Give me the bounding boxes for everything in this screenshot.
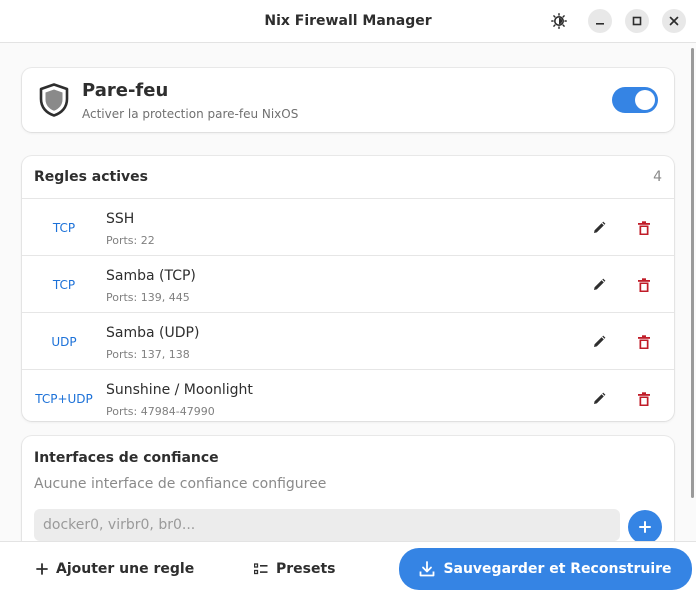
delete-rule-button[interactable] [633, 217, 655, 239]
trash-icon [638, 391, 650, 406]
pencil-icon [594, 392, 606, 404]
pencil-icon [594, 221, 606, 233]
edit-rule-button[interactable] [588, 331, 610, 353]
interfaces-card: Interfaces de confiance Aucune interface… [22, 436, 674, 541]
edit-rule-button[interactable] [588, 388, 610, 410]
plus-icon [36, 562, 48, 575]
edit-rule-button[interactable] [588, 274, 610, 296]
rule-name: Samba (UDP) [106, 325, 200, 341]
theme-toggle-button[interactable] [547, 9, 571, 33]
close-button[interactable] [662, 9, 686, 33]
trash-icon [638, 220, 650, 235]
presets-button[interactable]: Presets [254, 548, 336, 589]
firewall-title: Pare-feu [82, 80, 169, 101]
rule-ports: Ports: 139, 445 [106, 291, 190, 304]
rule-name: Samba (TCP) [106, 268, 196, 284]
save-rebuild-label: Sauvegarder et Reconstruire [443, 561, 672, 577]
rule-name: Sunshine / Moonlight [106, 382, 253, 398]
minimize-button[interactable] [588, 9, 612, 33]
firewall-subtitle: Activer la protection pare-feu NixOS [82, 107, 299, 121]
firewall-enable-switch[interactable] [612, 87, 658, 113]
pencil-icon [594, 335, 606, 347]
rules-title: Regles actives [34, 169, 148, 185]
bottom-action-bar: Ajouter une regle Presets Sauvegarder et… [0, 541, 696, 594]
scrollbar[interactable] [691, 48, 694, 498]
rule-row[interactable]: UDP Samba (UDP) Ports: 137, 138 [22, 312, 674, 369]
rules-card: Regles actives 4 TCP SSH Ports: 22 TCP S… [22, 156, 674, 421]
rule-protocol: TCP [52, 220, 76, 235]
edit-rule-button[interactable] [588, 217, 610, 239]
interfaces-title: Interfaces de confiance [34, 450, 219, 466]
delete-rule-button[interactable] [633, 388, 655, 410]
minimize-icon [596, 23, 604, 25]
rule-name: SSH [106, 211, 135, 227]
maximize-button[interactable] [625, 9, 649, 33]
rule-row[interactable]: TCP Samba (TCP) Ports: 139, 445 [22, 255, 674, 312]
rule-ports: Ports: 22 [106, 234, 155, 247]
list-icon [254, 562, 268, 574]
add-rule-button[interactable]: Ajouter une regle [36, 548, 194, 589]
delete-rule-button[interactable] [633, 274, 655, 296]
window-title: Nix Firewall Manager [264, 13, 432, 29]
interface-input[interactable] [34, 509, 620, 541]
rule-protocol: UDP [51, 334, 77, 349]
delete-rule-button[interactable] [633, 331, 655, 353]
main-content: Pare-feu Activer la protection pare-feu … [0, 44, 696, 541]
rules-header: Regles actives 4 [22, 156, 674, 198]
rule-ports: Ports: 47984-47990 [106, 405, 215, 418]
add-interface-button[interactable] [628, 510, 662, 541]
rule-ports: Ports: 137, 138 [106, 348, 190, 361]
interfaces-empty-text: Aucune interface de confiance configuree [34, 476, 327, 492]
firewall-card: Pare-feu Activer la protection pare-feu … [22, 68, 674, 132]
download-icon [420, 561, 435, 577]
header-bar: Nix Firewall Manager [0, 0, 696, 43]
rule-row[interactable]: TCP SSH Ports: 22 [22, 198, 674, 255]
add-rule-label: Ajouter une regle [56, 560, 195, 577]
presets-label: Presets [276, 560, 336, 577]
brightness-icon [551, 13, 567, 29]
switch-knob [635, 90, 655, 110]
rule-protocol: TCP+UDP [35, 391, 93, 406]
rules-count: 4 [653, 169, 662, 185]
plus-icon [639, 521, 651, 533]
rule-protocol: TCP [52, 277, 76, 292]
trash-icon [638, 334, 650, 349]
save-rebuild-button[interactable]: Sauvegarder et Reconstruire [399, 548, 692, 590]
shield-icon [39, 83, 69, 117]
pencil-icon [594, 278, 606, 290]
trash-icon [638, 277, 650, 292]
window-controls [547, 9, 686, 33]
maximize-icon [632, 16, 642, 26]
rule-row[interactable]: TCP+UDP Sunshine / Moonlight Ports: 4798… [22, 369, 674, 426]
close-icon [669, 16, 679, 26]
